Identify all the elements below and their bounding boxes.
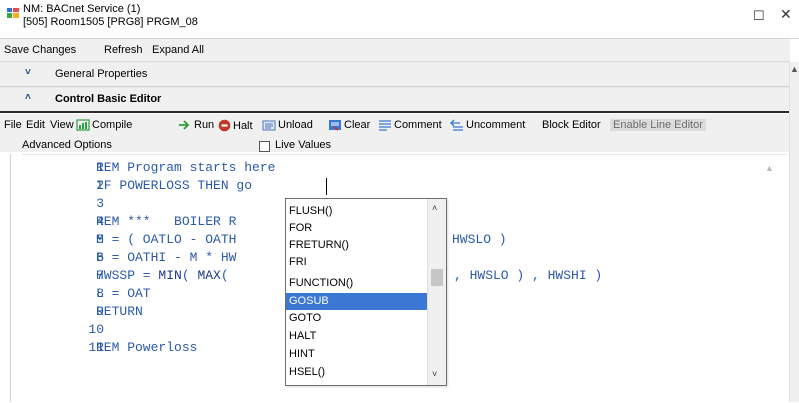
chevron-up-icon[interactable]: ˄ xyxy=(432,203,437,213)
close-icon[interactable]: ✕ xyxy=(780,6,792,23)
autocomplete-item[interactable]: FUNCTION() xyxy=(286,275,427,292)
autocomplete-item[interactable]: HINT xyxy=(286,346,427,363)
editor-scrollbar[interactable] xyxy=(762,158,778,402)
text-caret xyxy=(326,178,327,195)
chevron-down-icon[interactable]: ˅ xyxy=(432,369,437,379)
code-fragment: , HWSLO ) , HWSHI ) xyxy=(454,268,603,283)
code-fragment: HWSLO ) xyxy=(452,232,507,247)
autocomplete-item[interactable]: FOR xyxy=(286,220,427,237)
outer-scrollbar[interactable] xyxy=(789,62,799,402)
autocomplete-item-selected[interactable]: GOSUB xyxy=(286,293,427,310)
code-line: 1 REM Program starts here xyxy=(96,160,276,175)
scroll-thumb[interactable] xyxy=(431,269,443,286)
autocomplete-item[interactable]: FRETURN() xyxy=(286,237,427,254)
autocomplete-item[interactable]: FRI xyxy=(286,254,427,271)
autocomplete-scrollbar[interactable]: ˄ ˅ xyxy=(427,199,446,385)
autocomplete-item[interactable]: HALT xyxy=(286,328,427,345)
autocomplete-list[interactable]: FLUSH() FOR FRETURN() FRI FUNCTION() GOS… xyxy=(285,198,447,386)
scroll-up-icon[interactable]: ▲ xyxy=(790,64,799,74)
autocomplete-item[interactable]: GOTO xyxy=(286,310,427,327)
code-line: 2 IF POWERLOSS THEN go xyxy=(96,178,253,193)
autocomplete-item[interactable]: FLUSH() xyxy=(286,203,427,220)
scroll-up-icon[interactable]: ▲ xyxy=(765,163,774,173)
autocomplete-item[interactable]: HSEL() xyxy=(286,364,427,381)
